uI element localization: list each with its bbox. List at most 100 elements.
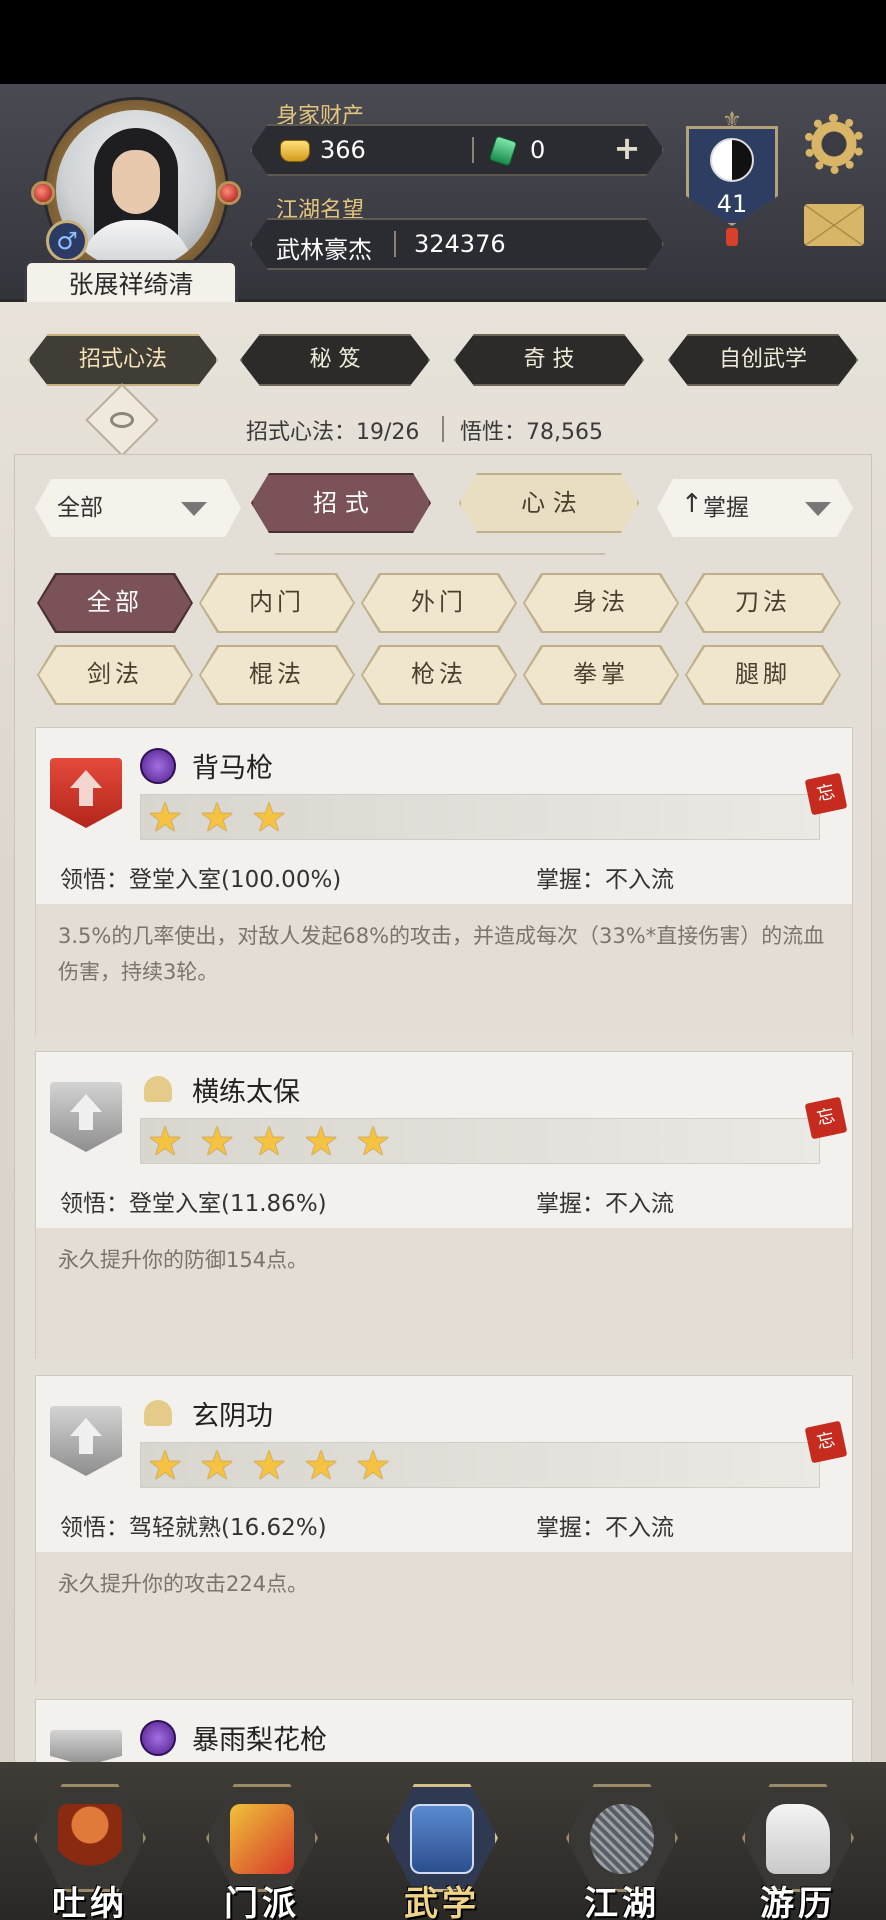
gender-male-icon: ♂ bbox=[46, 220, 88, 262]
star-icon: ★ bbox=[303, 1443, 339, 1489]
chip-movement[interactable]: 身法 bbox=[525, 575, 677, 631]
bottom-nav: 吐纳 门派 武学 江湖 游历 bbox=[0, 1762, 886, 1920]
comprehension-label: 领悟：登堂入室(11.86%) bbox=[60, 1191, 327, 1217]
chevron-down-icon bbox=[805, 502, 831, 516]
forget-tag-icon[interactable]: 忘 bbox=[804, 772, 848, 816]
skill-name: 暴雨梨花枪 bbox=[192, 1725, 327, 1756]
taiji-icon bbox=[710, 138, 754, 182]
star-rating: ★ ★ ★ ★ ★ bbox=[140, 1442, 820, 1488]
chip-outer[interactable]: 外门 bbox=[363, 575, 515, 631]
category-dropdown[interactable]: 全部 bbox=[35, 479, 241, 537]
skill-card[interactable]: 背马枪 ★ ★ ★ 忘 领悟：登堂入室(100.00%) 掌握：不入流 3.5%… bbox=[35, 727, 853, 1035]
player-level: 41 bbox=[716, 190, 748, 218]
skill-card[interactable]: 横练太保 ★ ★ ★ ★ ★ 忘 领悟：登堂入室(11.86%) 掌握：不入流 … bbox=[35, 1051, 853, 1359]
star-icon: ★ bbox=[147, 1119, 183, 1165]
chip-spear[interactable]: 枪法 bbox=[363, 647, 515, 703]
rank-up-icon bbox=[50, 1406, 122, 1476]
meditating-monk-icon bbox=[58, 1804, 122, 1874]
skill-description: 3.5%的几率使出，对敌人发起68%的攻击，并造成每次（33%*直接伤害）的流血… bbox=[36, 904, 852, 1035]
insight-value: 悟性：78,565 bbox=[460, 420, 603, 445]
bamboo-hat-icon bbox=[590, 1804, 654, 1874]
mail-icon[interactable] bbox=[804, 204, 864, 246]
skills-panel: 全部 招 式 心 法 掌握 ↑ 全部 内门 外门 身法 刀法 剑法 棍法 枪法 … bbox=[14, 454, 872, 1766]
skill-name: 横练太保 bbox=[192, 1077, 300, 1108]
rank-up-icon bbox=[50, 1730, 122, 1766]
status-bar bbox=[0, 0, 886, 84]
jade-amount: 0 bbox=[530, 136, 546, 164]
fame-value: 324376 bbox=[414, 230, 506, 258]
chevron-down-icon bbox=[181, 502, 207, 516]
comprehension-label: 领悟：登堂入室(100.00%) bbox=[60, 867, 342, 893]
nav-martial-arts[interactable]: 武学 bbox=[380, 1784, 504, 1920]
purple-orb-icon bbox=[140, 1720, 176, 1756]
rank-up-icon bbox=[50, 758, 122, 828]
eye-icon[interactable] bbox=[85, 383, 159, 457]
purple-orb-icon bbox=[140, 748, 176, 784]
star-icon: ★ bbox=[199, 795, 235, 841]
avatar-gem-left bbox=[34, 184, 52, 202]
forget-tag-icon[interactable]: 忘 bbox=[804, 1096, 848, 1140]
chip-blade[interactable]: 刀法 bbox=[687, 575, 839, 631]
sort-dropdown-value: 掌握 bbox=[703, 495, 749, 521]
star-rating: ★ ★ ★ ★ ★ bbox=[140, 1118, 820, 1164]
segment-moves[interactable]: 招 式 bbox=[251, 473, 431, 533]
nav-jianghu[interactable]: 江湖 bbox=[560, 1784, 684, 1920]
star-rating: ★ ★ ★ bbox=[140, 794, 820, 840]
star-icon: ★ bbox=[199, 1443, 235, 1489]
nav-sect[interactable]: 门派 bbox=[200, 1784, 324, 1920]
star-icon: ★ bbox=[355, 1119, 391, 1165]
moves-count: 招式心法：19/26 bbox=[246, 420, 420, 445]
chip-kick[interactable]: 腿脚 bbox=[687, 647, 839, 703]
martial-arts-content: 招式心法 秘 笈 奇 技 自创武学 招式心法：19/26 悟性：78,565 全… bbox=[0, 302, 886, 1766]
skill-name: 背马枪 bbox=[192, 753, 273, 784]
avatar-gem-right bbox=[220, 184, 238, 202]
star-icon: ★ bbox=[199, 1119, 235, 1165]
mastery-label: 掌握：不入流 bbox=[536, 1515, 674, 1541]
tab-special-skills[interactable]: 奇 技 bbox=[454, 334, 644, 386]
chip-fist[interactable]: 拳掌 bbox=[525, 647, 677, 703]
rank-up-icon bbox=[50, 1082, 122, 1152]
chip-sword[interactable]: 剑法 bbox=[39, 647, 191, 703]
skill-name: 玄阴功 bbox=[192, 1401, 273, 1432]
fame-title: 武林豪杰 bbox=[276, 236, 372, 264]
forget-tag-icon[interactable]: 忘 bbox=[804, 1420, 848, 1464]
chip-all[interactable]: 全部 bbox=[39, 575, 191, 631]
settings-gear-icon[interactable] bbox=[804, 114, 864, 174]
tassel-icon bbox=[726, 228, 738, 246]
chip-inner[interactable]: 内门 bbox=[201, 575, 353, 631]
gold-amount: 366 bbox=[320, 136, 366, 164]
add-currency-button[interactable]: + bbox=[612, 132, 642, 164]
star-icon: ★ bbox=[147, 1443, 183, 1489]
nav-breathing[interactable]: 吐纳 bbox=[28, 1784, 152, 1920]
chip-staff[interactable]: 棍法 bbox=[201, 647, 353, 703]
sort-arrow-up-icon: ↑ bbox=[681, 489, 703, 519]
star-icon: ★ bbox=[355, 1443, 391, 1489]
skill-description: 永久提升你的防御154点。 bbox=[36, 1228, 852, 1359]
segment-mind[interactable]: 心 法 bbox=[459, 473, 639, 533]
star-icon: ★ bbox=[303, 1119, 339, 1165]
mastery-label: 掌握：不入流 bbox=[536, 867, 674, 893]
martial-manual-icon bbox=[410, 1804, 474, 1874]
gold-ingot-icon bbox=[280, 140, 310, 162]
skill-card[interactable]: 玄阴功 ★ ★ ★ ★ ★ 忘 领悟：驾轻就熟(16.62%) 掌握：不入流 永… bbox=[35, 1375, 853, 1683]
category-dropdown-value: 全部 bbox=[57, 495, 103, 521]
comprehension-label: 领悟：驾轻就熟(16.62%) bbox=[60, 1515, 327, 1541]
level-badge[interactable]: ⚜ 41 bbox=[686, 110, 778, 246]
star-icon: ★ bbox=[251, 1119, 287, 1165]
ornament-divider bbox=[275, 553, 605, 559]
wealth-bar bbox=[250, 124, 664, 176]
tab-secret-manuals[interactable]: 秘 笈 bbox=[240, 334, 430, 386]
gold-bell-icon bbox=[140, 1396, 176, 1432]
white-horse-icon bbox=[766, 1804, 830, 1874]
tab-moves-mind[interactable]: 招式心法 bbox=[28, 334, 218, 386]
skill-description: 永久提升你的攻击224点。 bbox=[36, 1552, 852, 1683]
star-icon: ★ bbox=[251, 795, 287, 841]
sect-banner-icon bbox=[230, 1804, 294, 1874]
nav-travel[interactable]: 游历 bbox=[736, 1784, 860, 1920]
tab-self-created[interactable]: 自创武学 bbox=[668, 334, 858, 386]
star-icon: ★ bbox=[251, 1443, 287, 1489]
mastery-label: 掌握：不入流 bbox=[536, 1191, 674, 1217]
skill-card[interactable]: 暴雨梨花枪 bbox=[35, 1699, 853, 1766]
star-icon: ★ bbox=[147, 795, 183, 841]
gold-bell-icon bbox=[140, 1072, 176, 1108]
